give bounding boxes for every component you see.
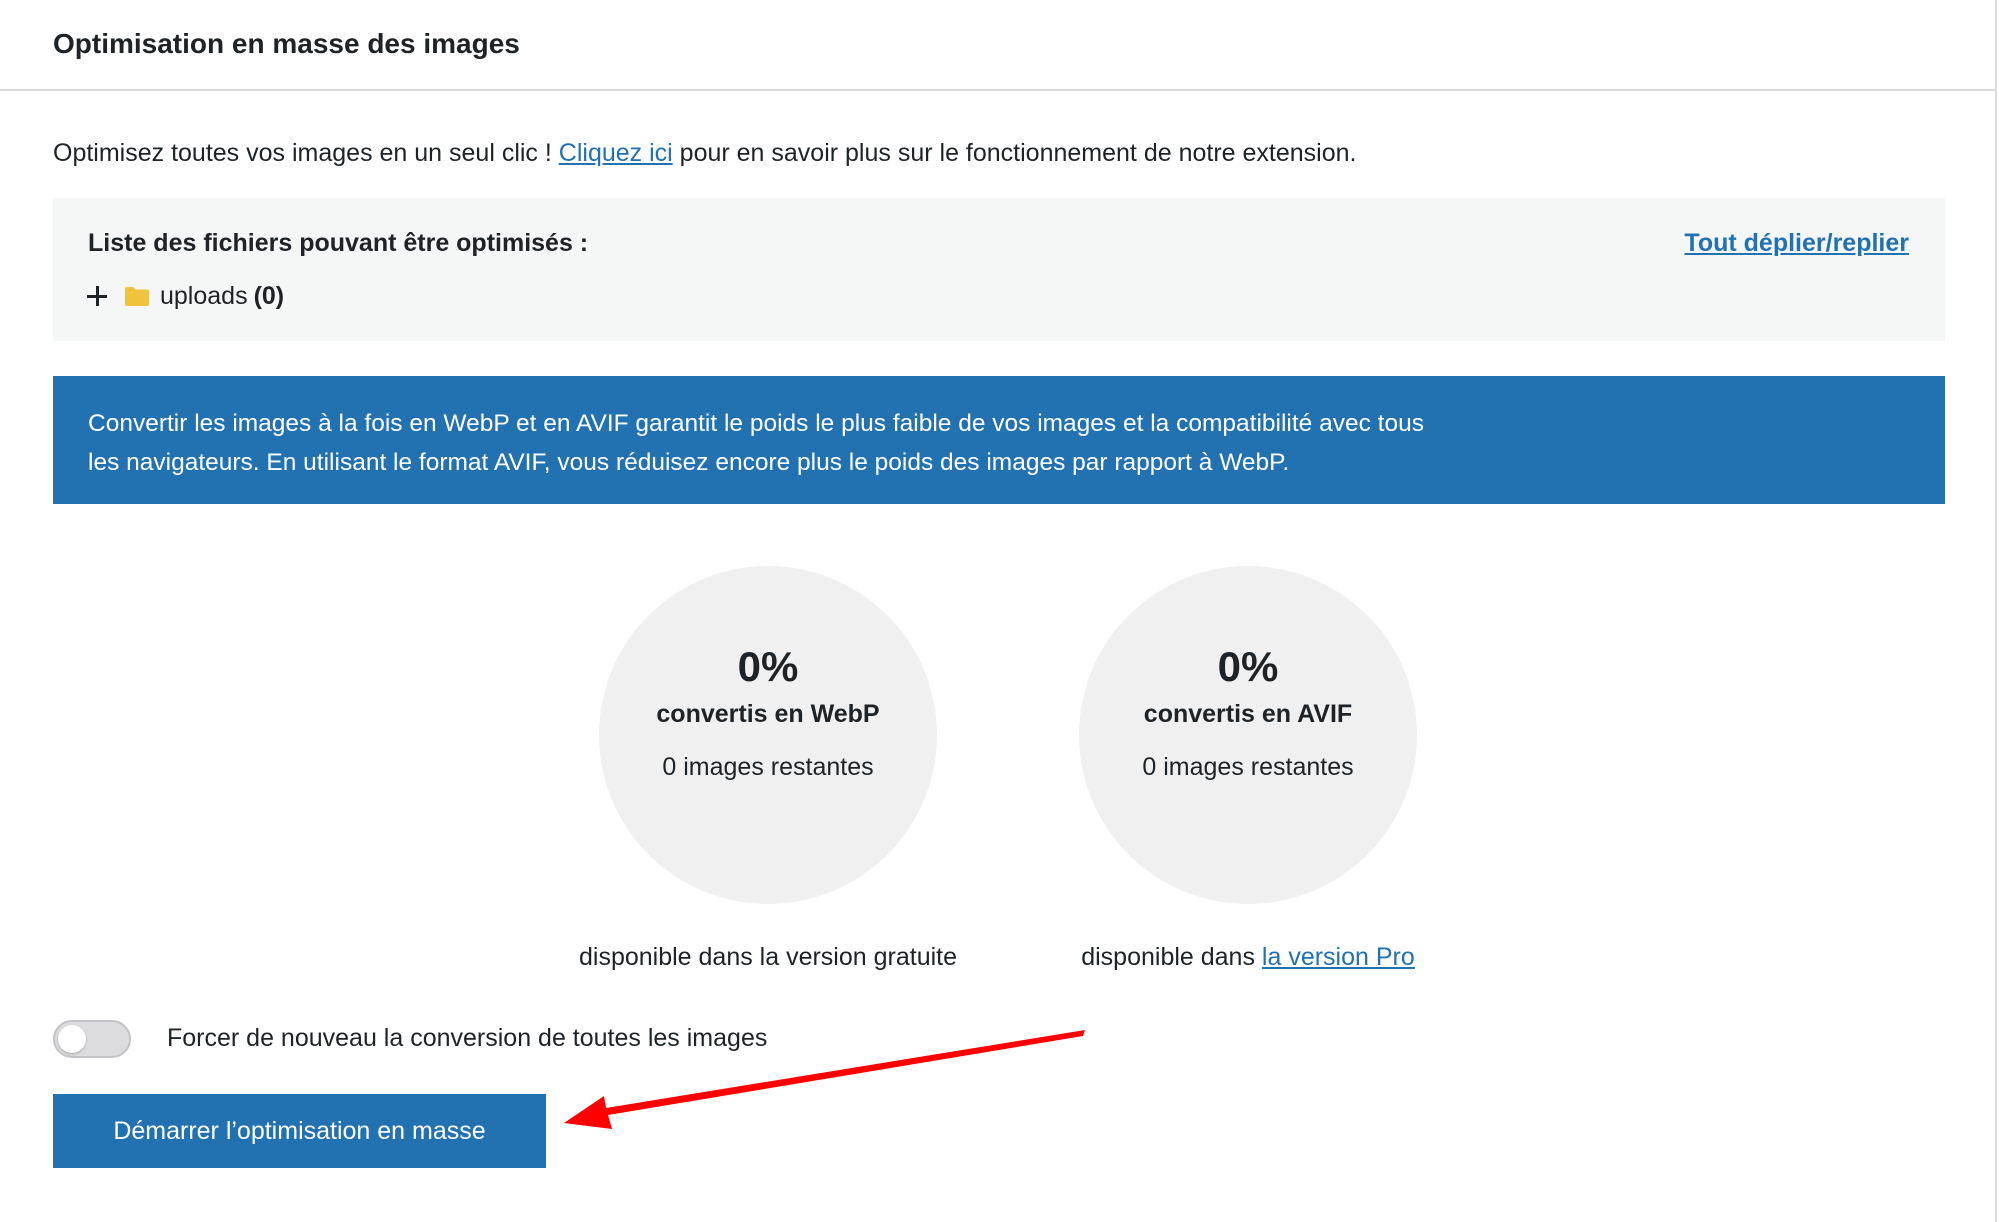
learn-more-link[interactable]: Cliquez ici bbox=[559, 139, 673, 167]
folder-name: uploads bbox=[160, 281, 248, 310]
avif-percent: 0% bbox=[1217, 643, 1279, 690]
avif-label: convertis en AVIF bbox=[1143, 700, 1353, 728]
avif-availability: disponible dans la version Pro bbox=[948, 943, 1548, 972]
optimizable-files-box: Liste des fichiers pouvant être optimisé… bbox=[53, 198, 1945, 341]
folder-row-uploads[interactable]: uploads (0) bbox=[87, 281, 284, 311]
panel-header: Optimisation en masse des images bbox=[0, 0, 1997, 91]
format-info-notice: Convertir les images à la fois en WebP e… bbox=[53, 376, 1945, 504]
webp-label: convertis en WebP bbox=[656, 700, 880, 728]
webp-progress-circle: 0% convertis en WebP 0 images restantes bbox=[599, 566, 937, 904]
page-title: Optimisation en masse des images bbox=[53, 28, 520, 59]
avif-remaining: 0 images restantes bbox=[1142, 753, 1354, 781]
pro-version-link[interactable]: la version Pro bbox=[1262, 943, 1415, 971]
folder-count: (0) bbox=[253, 281, 285, 310]
avif-availability-prefix: disponible dans bbox=[1081, 943, 1262, 971]
bulk-optimization-panel: Optimisation en masse des images Optimis… bbox=[0, 0, 1997, 1222]
folder-icon bbox=[125, 287, 149, 306]
toggle-knob bbox=[58, 1025, 86, 1053]
webp-percent: 0% bbox=[737, 643, 799, 690]
expand-collapse-all-link[interactable]: Tout déplier/replier bbox=[1684, 229, 1909, 258]
files-list-title: Liste des fichiers pouvant être optimisé… bbox=[88, 229, 589, 257]
avif-progress-circle: 0% convertis en AVIF 0 images restantes bbox=[1079, 566, 1417, 904]
intro-text-before: Optimisez toutes vos images en un seul c… bbox=[53, 139, 559, 167]
webp-remaining: 0 images restantes bbox=[662, 753, 874, 781]
intro-text-after: pour en savoir plus sur le fonctionnemen… bbox=[672, 139, 1357, 167]
notice-line-1: Convertir les images à la fois en WebP e… bbox=[88, 410, 1424, 437]
plus-icon[interactable] bbox=[87, 286, 107, 306]
notice-line-2: les navigateurs. En utilisant le format … bbox=[88, 449, 1290, 476]
start-bulk-optimization-button[interactable]: Démarrer l’optimisation en masse bbox=[53, 1094, 546, 1168]
intro-text: Optimisez toutes vos images en un seul c… bbox=[53, 139, 1356, 168]
force-conversion-label: Forcer de nouveau la conversion de toute… bbox=[167, 1024, 768, 1052]
force-conversion-toggle[interactable] bbox=[53, 1020, 131, 1058]
